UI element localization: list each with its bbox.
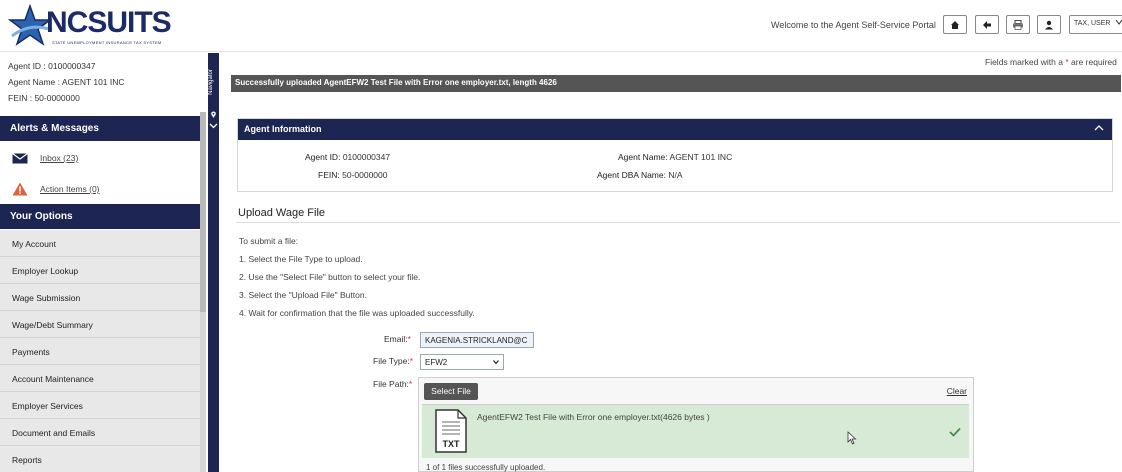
user-button[interactable]: [1037, 15, 1061, 34]
fein-label: FEIN:: [318, 170, 340, 180]
navigator-toggle[interactable]: Navigator: [208, 53, 219, 472]
back-arrow-icon: [983, 20, 991, 29]
file-path-label: File Path:*: [373, 379, 412, 389]
file-type-label-text: File Type:: [373, 356, 410, 366]
inbox-link[interactable]: Inbox (23): [0, 144, 200, 172]
upload-status-text: 1 of 1 files successfully uploaded.: [426, 463, 546, 472]
agent-id-label: Agent ID:: [305, 152, 341, 162]
agent-name-row: Agent Name: AGENT 101 INC: [618, 152, 732, 162]
email-field[interactable]: KAGENIA.STRICKLAND@C: [420, 332, 534, 348]
ncsuits-logo[interactable]: NCSUITS STATE UNEMPLOYMENT INSURANCE TAX…: [6, 3, 172, 48]
instruction-intro: To submit a file:: [239, 236, 299, 246]
pin-icon: [211, 111, 216, 118]
txt-file-icon: TXT: [435, 409, 467, 453]
agent-id-value: 0100000347: [342, 152, 391, 162]
agent-id-text: Agent ID : 0100000347: [8, 61, 96, 71]
sidebar-item-wage-debt-summary[interactable]: Wage/Debt Summary: [0, 311, 200, 338]
sidebar-item-employer-services[interactable]: Employer Services: [0, 392, 200, 419]
alerts-header[interactable]: Alerts & Messages: [0, 116, 200, 141]
file-type-value: EFW2: [425, 358, 448, 367]
user-menu-label: TAX, USER: [1074, 20, 1111, 27]
chevron-down-icon: [209, 123, 218, 129]
welcome-text: Welcome to the Agent Self-Service Portal: [771, 20, 936, 30]
fein-value: 50-0000000: [342, 170, 388, 180]
required-star: *: [409, 356, 414, 366]
chevron-down-icon: [493, 360, 499, 365]
agent-information-header[interactable]: Agent Information: [238, 119, 1112, 140]
required-star: *: [1065, 57, 1069, 67]
required-star: *: [407, 334, 411, 344]
required-star: *: [408, 379, 413, 389]
uploaded-file-name: AgentEFW2 Test File with Error one emplo…: [477, 412, 710, 422]
sidebar-scrollbar[interactable]: [200, 112, 206, 472]
upload-wage-file-title: Upload Wage File: [238, 207, 326, 219]
navigator-label: Navigator: [207, 69, 214, 95]
home-button[interactable]: [943, 15, 967, 34]
file-type-select[interactable]: EFW2: [420, 354, 504, 370]
agent-name-text: Agent Name : AGENT 101 INC: [8, 77, 125, 87]
header: NCSUITS STATE UNEMPLOYMENT INSURANCE TAX…: [0, 0, 1122, 52]
agent-information-panel: Agent Information Agent ID: 0100000347 F…: [237, 118, 1113, 192]
sidebar-item-employer-lookup[interactable]: Employer Lookup: [0, 257, 200, 284]
user-menu-select[interactable]: TAX, USER: [1069, 15, 1122, 34]
action-items-label: Action Items (0): [40, 184, 100, 194]
email-label-text: Email:: [384, 334, 408, 344]
sidebar-item-my-account[interactable]: My Account: [0, 230, 200, 257]
clear-link[interactable]: Clear: [947, 386, 967, 396]
sidebar-item-reports[interactable]: Reports: [0, 446, 200, 472]
logo-subtitle: STATE UNEMPLOYMENT INSURANCE TAX SYSTEM: [52, 40, 162, 45]
success-message: Successfully uploaded AgentEFW2 Test Fil…: [231, 75, 1121, 92]
chevron-up-icon[interactable]: [1094, 123, 1104, 133]
print-button[interactable]: [1006, 15, 1030, 34]
file-path-label-text: File Path:: [373, 379, 409, 389]
required-note-suffix: are required: [1071, 57, 1117, 67]
section-divider: [236, 222, 1120, 223]
dba-value: N/A: [668, 170, 683, 180]
instruction-step-3: 3. Select the "Upload File" Button.: [239, 290, 367, 300]
instruction-step-1: 1. Select the File Type to upload.: [239, 254, 363, 264]
sidebar-item-wage-submission[interactable]: Wage Submission: [0, 284, 200, 311]
required-fields-note: Fields marked with a * are required: [985, 57, 1117, 67]
mouse-cursor-icon: [847, 431, 857, 445]
panel-title: Agent Information: [244, 124, 322, 134]
fein-row: FEIN: 50-0000000: [318, 170, 388, 180]
print-icon: [1013, 19, 1023, 30]
file-type-label: File Type:*: [373, 356, 413, 366]
warning-icon: [12, 182, 28, 196]
user-icon: [1045, 20, 1053, 29]
txt-icon-label: TXT: [443, 439, 461, 449]
home-icon: [951, 20, 959, 29]
file-upload-area[interactable]: Select File Clear TXT AgentEFW2 Test Fil…: [418, 377, 974, 472]
logo-text: NCSUITS: [46, 6, 172, 39]
dba-row: Agent DBA Name: N/A: [597, 170, 683, 180]
email-label: Email:*: [384, 334, 411, 344]
select-file-button[interactable]: Select File: [424, 383, 478, 400]
sidebar-item-payments[interactable]: Payments: [0, 338, 200, 365]
agent-name-label: Agent Name:: [618, 152, 668, 162]
required-note-prefix: Fields marked with a: [985, 57, 1063, 67]
back-button[interactable]: [975, 15, 999, 34]
fein-text: FEIN : 50-0000000: [8, 93, 80, 103]
checkmark-icon: [949, 427, 961, 437]
agent-name-value: AGENT 101 INC: [669, 152, 733, 162]
agent-summary: Agent ID : 0100000347 Agent Name : AGENT…: [0, 53, 205, 111]
chevron-down-icon: [1115, 19, 1122, 25]
sidebar-item-account-maintenance[interactable]: Account Maintenance: [0, 365, 200, 392]
scrollbar-thumb[interactable]: [200, 112, 206, 312]
instruction-step-2: 2. Use the "Select File" button to selec…: [239, 272, 421, 282]
envelope-icon: [12, 152, 28, 163]
uploaded-file-row: TXT AgentEFW2 Test File with Error one e…: [422, 404, 969, 458]
dba-label: Agent DBA Name:: [597, 170, 666, 180]
your-options-header[interactable]: Your Options: [0, 204, 200, 229]
inbox-label: Inbox (23): [40, 153, 79, 163]
sidebar-item-document-and-emails[interactable]: Document and Emails: [0, 419, 200, 446]
instruction-step-4: 4. Wait for confirmation that the file w…: [239, 308, 475, 318]
action-items-link[interactable]: Action Items (0): [0, 175, 200, 203]
agent-id-row: Agent ID: 0100000347: [305, 152, 390, 162]
